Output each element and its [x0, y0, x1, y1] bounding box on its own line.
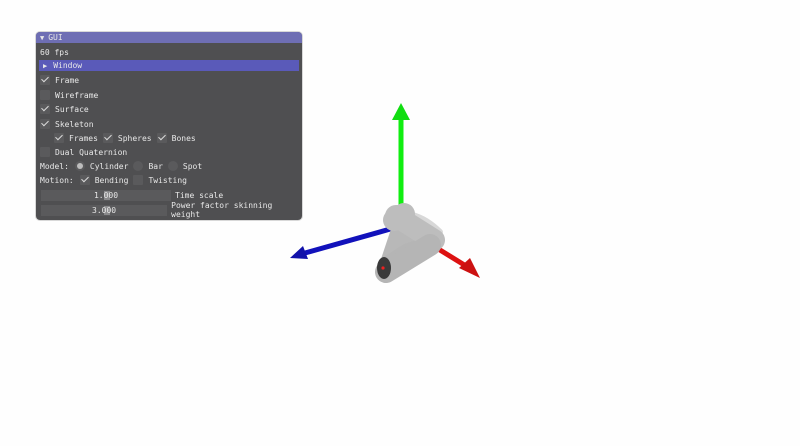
spheres-label: Spheres [117, 133, 152, 143]
model-option-cylinder-label: Cylinder [89, 161, 129, 171]
time-scale-row: 1.000 Time scale [41, 189, 223, 201]
frame-checkbox[interactable] [40, 75, 50, 85]
model-option-bar-label: Bar [148, 161, 163, 171]
fps-text: 60 fps [40, 47, 69, 57]
skeleton-checkbox-row[interactable]: Skeleton [40, 118, 94, 130]
skeleton-suboptions-row: Frames Spheres Bones [54, 132, 196, 144]
model-radio-cylinder[interactable] [74, 161, 85, 171]
model-radio-spot[interactable] [167, 161, 178, 171]
fps-readout-row: 60 fps [40, 46, 69, 58]
motion-label: Motion: [40, 175, 74, 185]
twisting-label: Twisting [148, 175, 187, 185]
time-scale-value: 1.000 [93, 190, 119, 200]
model-radio-bar[interactable] [133, 161, 144, 171]
bending-label: Bending [94, 175, 129, 185]
window-collapsing-header[interactable]: ▶ Window [39, 60, 299, 71]
model-radio-row: Model: Cylinder Bar Spot [40, 160, 202, 172]
twisting-checkbox[interactable] [133, 175, 144, 185]
wireframe-checkbox[interactable] [40, 90, 50, 100]
spheres-checkbox[interactable] [102, 133, 113, 143]
skeleton-joint-dot [381, 266, 385, 270]
time-scale-slider[interactable]: 1.000 [41, 189, 171, 201]
power-factor-slider[interactable]: 3.000 [41, 204, 168, 216]
power-factor-value: 3.000 [92, 205, 117, 215]
gui-title-bar[interactable]: ▼ GUI [36, 32, 302, 43]
y-axis-arrowhead [392, 103, 410, 120]
wireframe-checkbox-row[interactable]: Wireframe [40, 89, 98, 101]
surface-label: Surface [55, 104, 89, 114]
gui-panel[interactable]: ▼ GUI 60 fps ▶ Window Frame Wireframe Su… [36, 32, 302, 220]
bent-cylinder-model[interactable] [375, 203, 445, 283]
power-factor-label: Power factor skinning weight [171, 201, 273, 219]
frame-label: Frame [55, 75, 80, 85]
surface-checkbox-row[interactable]: Surface [40, 103, 89, 115]
dual-quaternion-label: Dual Quaternion [55, 147, 128, 157]
power-factor-row: 3.000 Power factor skinning weight [41, 201, 302, 219]
frame-checkbox-row[interactable]: Frame [40, 74, 79, 86]
bones-label: Bones [171, 133, 196, 143]
model-option-spot-label: Spot [182, 161, 203, 171]
model-label: Model: [40, 161, 69, 171]
time-scale-label: Time scale [175, 190, 224, 200]
collapse-triangle-icon[interactable]: ▼ [40, 34, 44, 42]
frames-label: Frames [69, 133, 98, 143]
wireframe-label: Wireframe [55, 90, 99, 100]
bones-checkbox[interactable] [156, 133, 167, 143]
dual-quaternion-checkbox-row[interactable]: Dual Quaternion [40, 146, 127, 158]
gui-title: GUI [48, 33, 63, 42]
z-axis-arrowhead [290, 246, 308, 259]
skeleton-label: Skeleton [55, 119, 94, 129]
surface-checkbox[interactable] [40, 104, 50, 114]
skeleton-checkbox[interactable] [40, 119, 50, 129]
expand-triangle-icon[interactable]: ▶ [43, 62, 47, 70]
motion-row: Motion: Bending Twisting [40, 174, 187, 186]
dual-quaternion-checkbox[interactable] [40, 147, 50, 157]
window-header-label: Window [53, 61, 83, 70]
frames-checkbox[interactable] [54, 133, 64, 143]
bending-checkbox[interactable] [79, 175, 90, 185]
